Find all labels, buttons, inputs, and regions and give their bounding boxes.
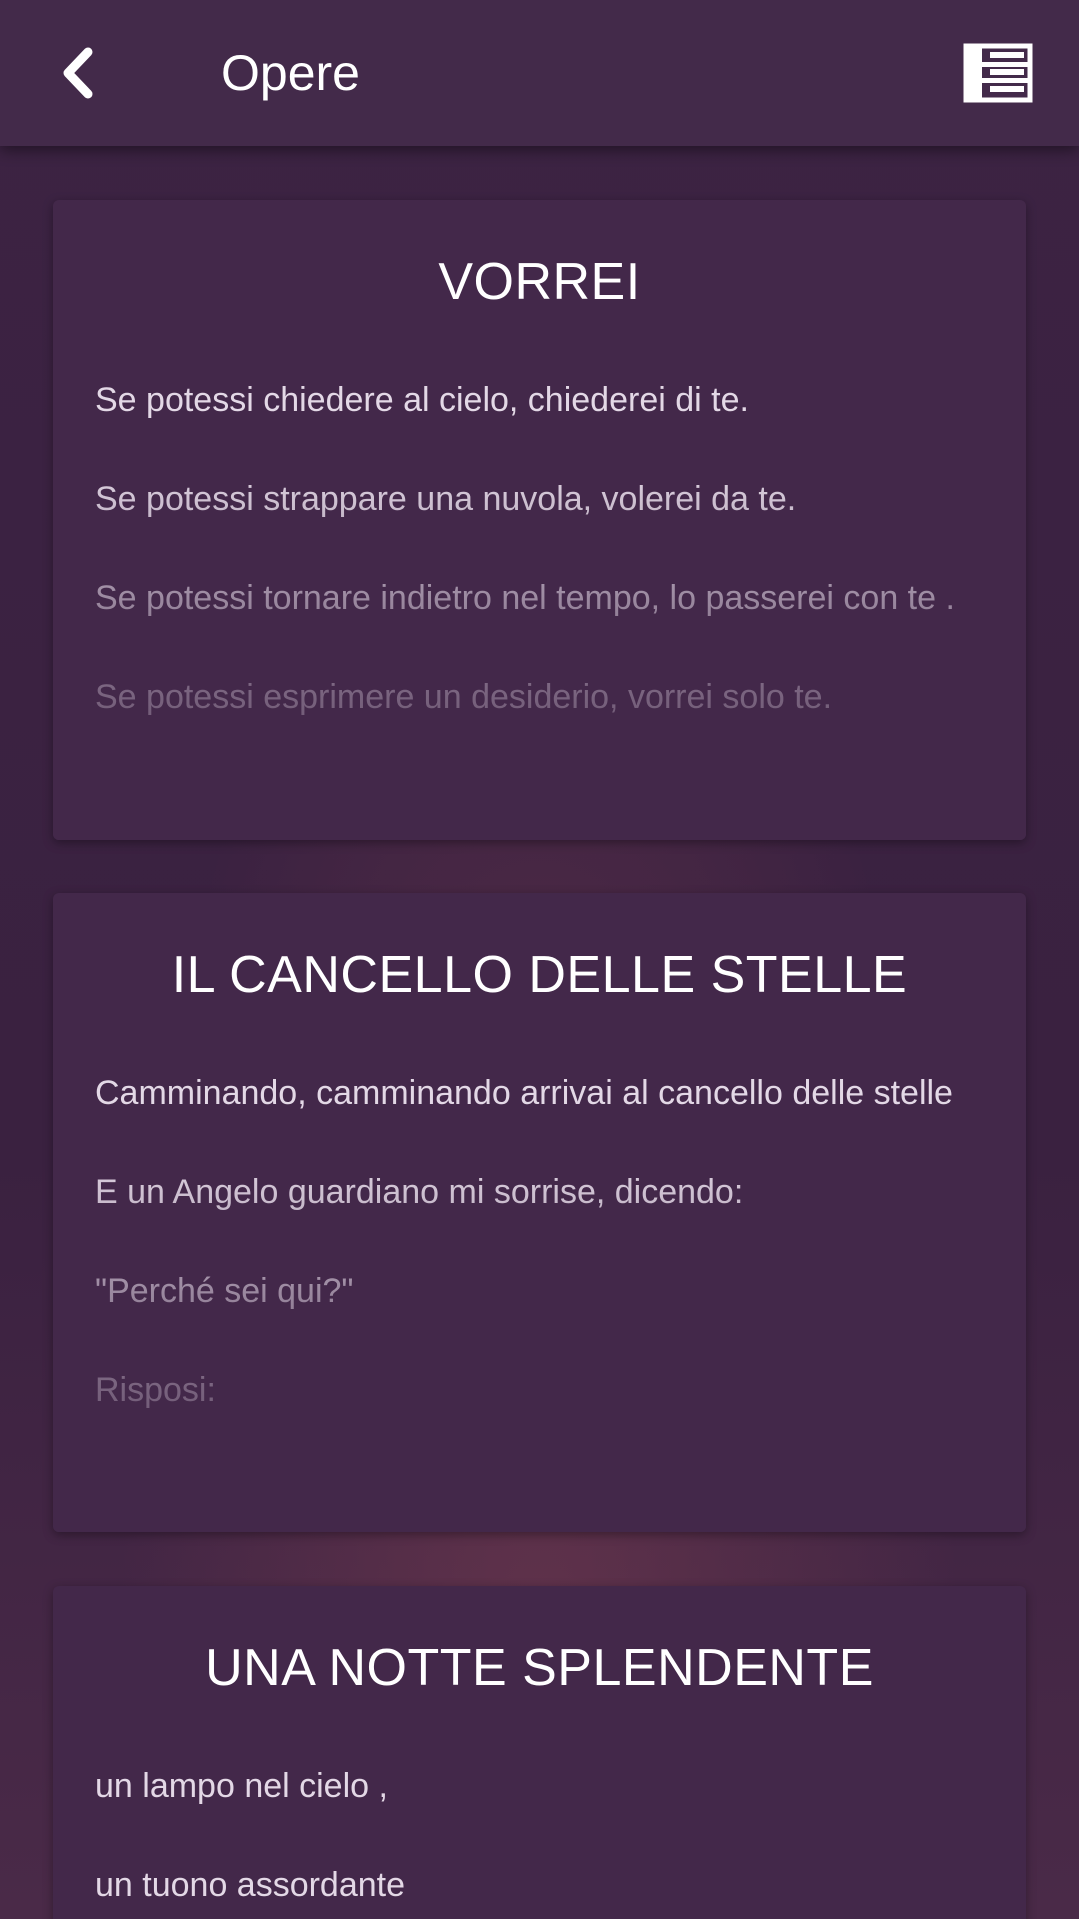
work-excerpt: Camminando, camminando arrivai al cancel… [95, 1065, 984, 1461]
excerpt-line: E un Angelo guardiano mi sorrise, dicend… [95, 1173, 744, 1211]
work-excerpt: un lampo nel cielo , un tuono assordante [95, 1758, 984, 1919]
excerpt-line: un lampo nel cielo , [95, 1767, 388, 1805]
excerpt-line: Se potessi esprimere un desiderio, vorre… [95, 678, 833, 716]
excerpt-line: Camminando, camminando arrivai al cancel… [95, 1074, 953, 1112]
work-card[interactable]: IL CANCELLO DELLE STELLE Camminando, cam… [53, 893, 1026, 1532]
excerpt-line: "Perché sei qui?" [95, 1272, 354, 1310]
excerpt-line: Se potessi tornare indietro nel tempo, l… [95, 579, 955, 617]
chevron-left-icon [63, 47, 93, 99]
list-view-icon [963, 43, 1033, 103]
excerpt-line: Se potessi strappare una nuvola, volerei… [95, 480, 797, 518]
excerpt-line: un tuono assordante [95, 1866, 406, 1904]
work-excerpt: Se potessi chiedere al cielo, chiederei … [95, 372, 984, 768]
list-view-button[interactable] [962, 42, 1034, 104]
work-card[interactable]: VORREI Se potessi chiedere al cielo, chi… [53, 200, 1026, 840]
app-bar: Opere [0, 0, 1079, 146]
work-title: IL CANCELLO DELLE STELLE [171, 946, 908, 1004]
work-title: UNA NOTTE SPLENDENTE [205, 1639, 874, 1697]
works-list[interactable]: VORREI Se potessi chiedere al cielo, chi… [0, 146, 1079, 1919]
excerpt-line: Risposi: [95, 1371, 216, 1409]
back-button[interactable] [48, 38, 112, 108]
work-title: VORREI [438, 253, 641, 311]
excerpt-line: Se potessi chiedere al cielo, chiederei … [95, 381, 749, 419]
page-title: Opere [221, 45, 360, 101]
work-card[interactable]: UNA NOTTE SPLENDENTE un lampo nel cielo … [53, 1586, 1026, 1919]
